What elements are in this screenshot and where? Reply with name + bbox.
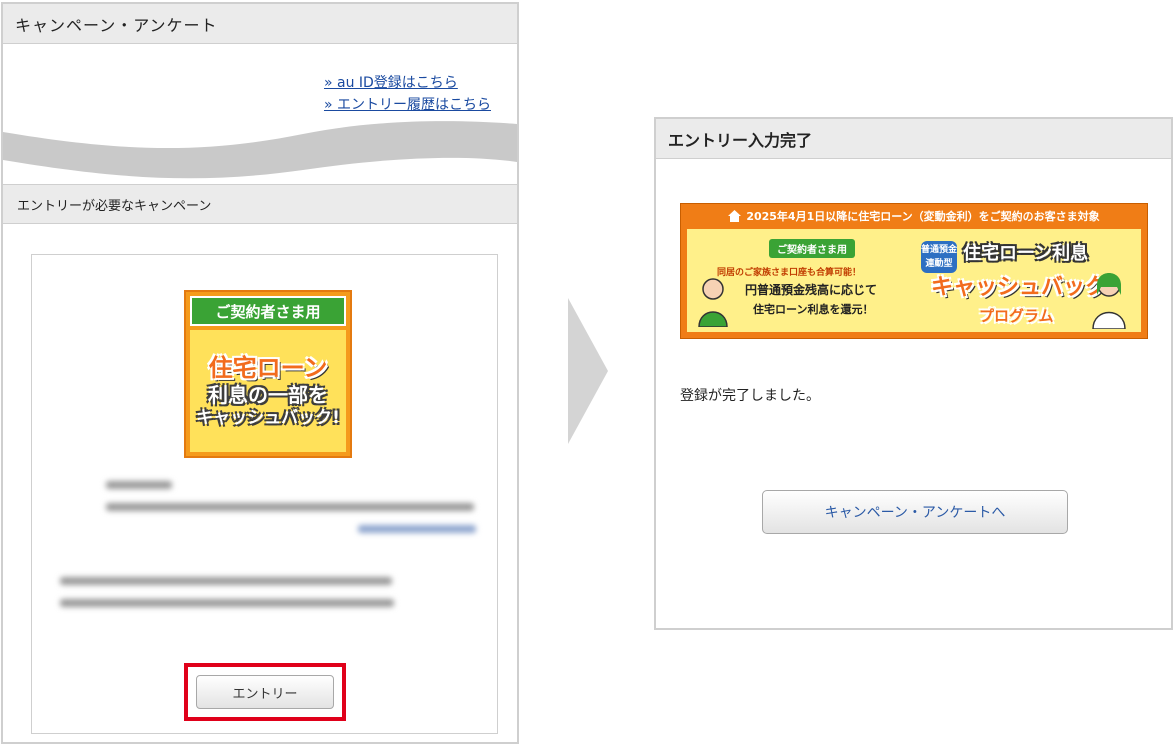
blurred-period-label bbox=[106, 481, 172, 489]
promo-badge: ご契約者さま用 bbox=[190, 296, 346, 326]
page-header: エントリー入力完了 bbox=[656, 119, 1171, 159]
section-title: エントリーが必要なキャンペーン bbox=[17, 198, 212, 214]
promo-line-1: 住宅ローン bbox=[208, 353, 328, 382]
banner-body: ご契約者さま用 同居のご家族さま口座も合算可能！ 円普通預金残高に応じて 住宅ロ… bbox=[687, 229, 1141, 332]
section-header: エントリーが必要なキャンペーン bbox=[3, 184, 517, 224]
au-id-register-link[interactable]: » au ID登録はこちら bbox=[324, 72, 491, 94]
campaign-survey-button[interactable]: キャンペーン・アンケートへ bbox=[762, 490, 1068, 534]
promo-body: 住宅ローン 利息の一部を キャッシュバック! bbox=[190, 330, 346, 452]
campaign-promo-image[interactable]: ご契約者さま用 住宅ローン 利息の一部を キャッシュバック! bbox=[184, 290, 352, 458]
blurred-description-line-2 bbox=[60, 599, 394, 607]
completion-message: 登録が完了しました。 bbox=[680, 388, 820, 404]
promo-line-3: キャッシュバック! bbox=[196, 407, 340, 428]
blurred-details-link[interactable] bbox=[358, 525, 476, 533]
page-title: エントリー入力完了 bbox=[668, 130, 813, 150]
entry-history-link[interactable]: » エントリー履歴はこちら bbox=[324, 94, 491, 116]
banner-title-3: プログラム bbox=[979, 307, 1054, 325]
blurred-description-line-1 bbox=[60, 577, 392, 585]
banner-top-line: 2025年4月1日以降に住宅ローン（変動金利）をご契約のお客さま対象 bbox=[681, 204, 1147, 227]
page-header: キャンペーン・アンケート bbox=[3, 4, 517, 44]
blurred-period-dates bbox=[106, 503, 474, 511]
person-illustration-icon bbox=[698, 278, 728, 327]
entry-button-highlight: エントリー bbox=[184, 663, 346, 721]
campaign-banner-image: 2025年4月1日以降に住宅ローン（変動金利）をご契約のお客さま対象 ご契約者さ… bbox=[680, 203, 1148, 339]
banner-sub: 同居のご家族さま口座も合算可能！ bbox=[717, 268, 862, 278]
house-icon bbox=[728, 209, 742, 222]
campaign-card: ご契約者さま用 住宅ローン 利息の一部を キャッシュバック! エントリー bbox=[31, 254, 498, 734]
decorative-wave bbox=[3, 121, 517, 179]
entry-button[interactable]: エントリー bbox=[196, 675, 334, 709]
banner-title-2: キャッシュバック bbox=[931, 275, 1108, 300]
banner-main-2: 住宅ローン利息を還元！ bbox=[753, 303, 874, 316]
header-links: » au ID登録はこちら » エントリー履歴はこちら bbox=[324, 72, 491, 116]
campaign-list-screen: キャンペーン・アンケート » au ID登録はこちら » エントリー履歴はこちら… bbox=[1, 2, 519, 744]
entry-complete-screen: エントリー入力完了 2025年4月1日以降に住宅ローン（変動金利）をご契約のお客… bbox=[654, 117, 1173, 630]
banner-title-1: 住宅ローン利息 bbox=[963, 243, 1089, 264]
woman-illustration-icon bbox=[1092, 273, 1126, 329]
banner-main-1: 円普通預金残高に応じて bbox=[745, 283, 878, 297]
arrow-right-icon bbox=[568, 298, 608, 444]
promo-line-2: 利息の一部を bbox=[208, 382, 328, 407]
banner-tag: ご契約者さま用 bbox=[769, 239, 855, 258]
page-title: キャンペーン・アンケート bbox=[15, 15, 218, 35]
